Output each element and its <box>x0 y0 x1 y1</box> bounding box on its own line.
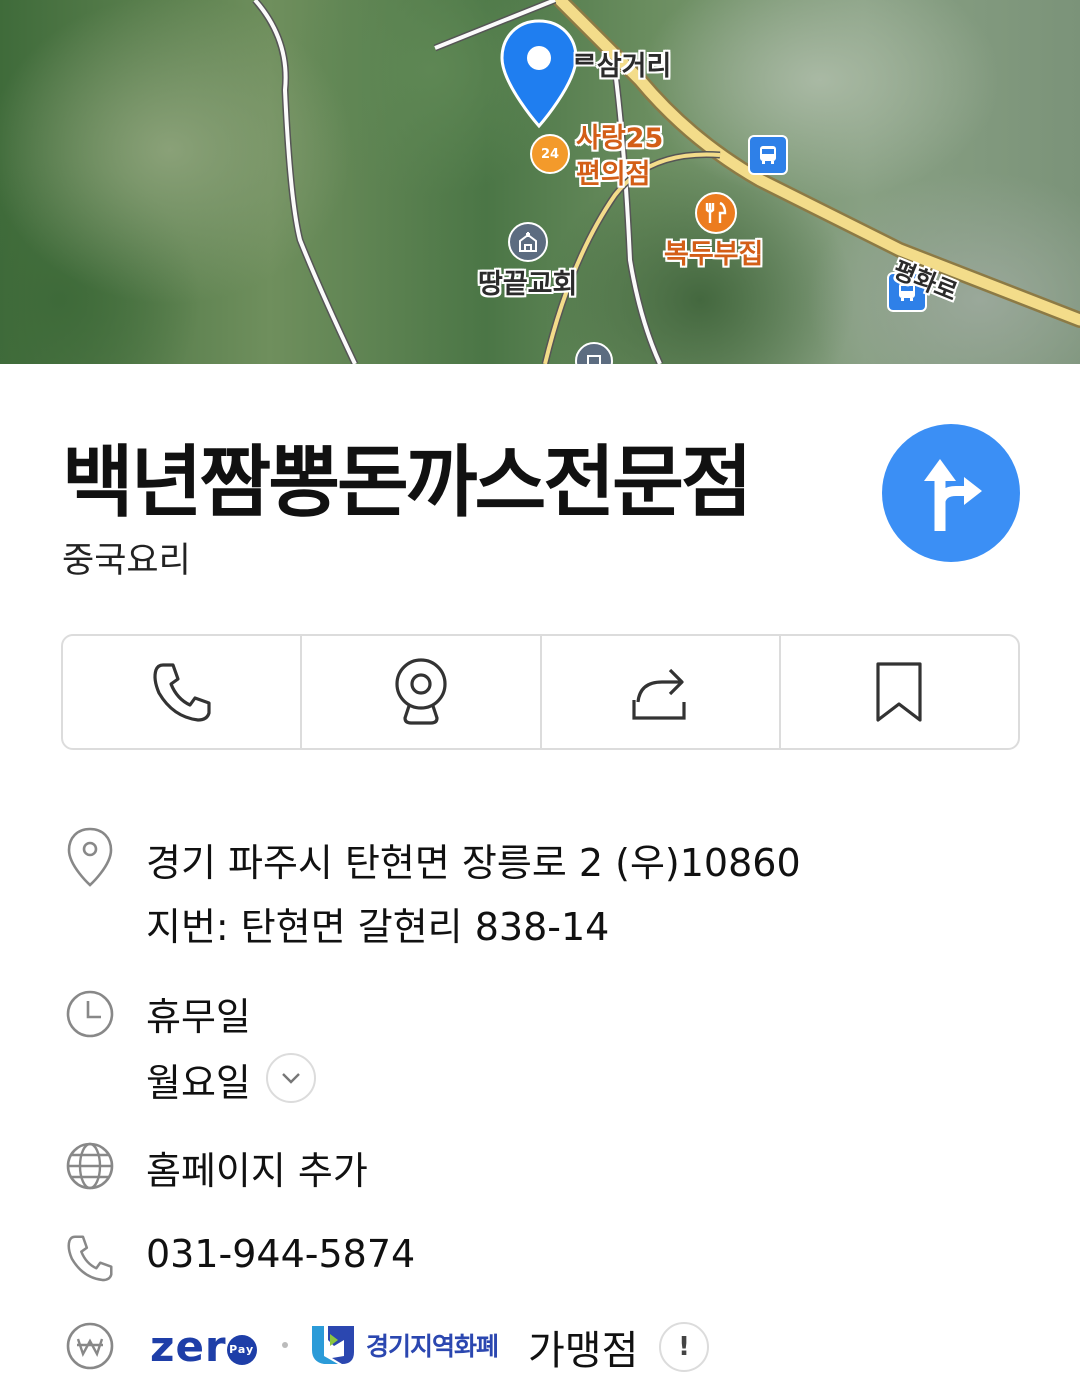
gg-currency-logo: 경기지역화폐 <box>308 1322 499 1368</box>
camera-icon <box>395 658 447 725</box>
church-icon[interactable] <box>508 222 548 262</box>
hours-label: 휴무일 <box>146 995 251 1039</box>
lot-address-text[interactable]: 지번: 탄현면 갈현리 838-14 <box>146 896 609 951</box>
convenience-store-icon[interactable]: 24 <box>530 134 570 174</box>
chevron-down-icon <box>282 1073 300 1084</box>
info-icon: ! <box>678 1332 690 1362</box>
location-pin-icon <box>500 19 578 129</box>
map-label-store-line2: 편의점 <box>576 159 651 190</box>
map-label-intersection: ᄅ삼거리 <box>572 51 672 82</box>
share-button[interactable] <box>542 636 781 748</box>
phone-row-icon <box>64 1232 116 1284</box>
won-icon <box>64 1320 116 1372</box>
store-badge: 24 <box>540 146 560 162</box>
address-text[interactable]: 경기 파주시 탄현면 장릉로 2 (우)10860 <box>146 832 801 887</box>
place-title: 백년짬뽕돈까스전문점 <box>62 438 753 528</box>
gg-currency-text: 경기지역화폐 <box>366 1332 499 1361</box>
map-label-store-line1: 사랑25 <box>576 123 664 154</box>
map-label-church: 땅끝교회 <box>478 269 578 300</box>
gg-currency-icon <box>312 1326 354 1364</box>
phone-icon <box>153 663 211 722</box>
restaurant-icon[interactable] <box>695 192 737 234</box>
place-category: 중국요리 <box>62 541 191 581</box>
payment-info-button[interactable]: ! <box>659 1322 709 1372</box>
map-view[interactable]: ᄅ삼거리 24 사랑25 편의점 복두부집 땅끝교회 평화로 <box>0 0 1080 364</box>
homepage-add-link[interactable]: 홈페이지 추가 <box>146 1140 368 1195</box>
globe-icon <box>64 1140 116 1192</box>
clock-icon <box>64 988 116 1040</box>
zero-pay-mark: Pay <box>226 1334 257 1365</box>
bookmark-icon <box>876 662 922 722</box>
separator-dot <box>282 1342 288 1348</box>
share-icon <box>632 668 686 720</box>
location-icon <box>64 826 116 888</box>
bus-stop-icon[interactable] <box>748 135 788 175</box>
bookmark-button[interactable] <box>781 636 1018 748</box>
call-button[interactable] <box>63 636 303 748</box>
zero-pay-logo: zer Pay <box>150 1322 257 1371</box>
directions-icon <box>924 459 982 531</box>
hours-value: 월요일 <box>146 1061 251 1105</box>
map-label-restaurant: 복두부집 <box>664 239 764 270</box>
directions-button[interactable] <box>882 424 1020 562</box>
roadview-button[interactable] <box>302 636 542 748</box>
affiliate-label: 가맹점 <box>528 1328 639 1374</box>
phone-number[interactable]: 031-944-5874 <box>146 1232 415 1276</box>
hours-expand-button[interactable] <box>266 1053 316 1103</box>
action-bar <box>61 634 1020 750</box>
